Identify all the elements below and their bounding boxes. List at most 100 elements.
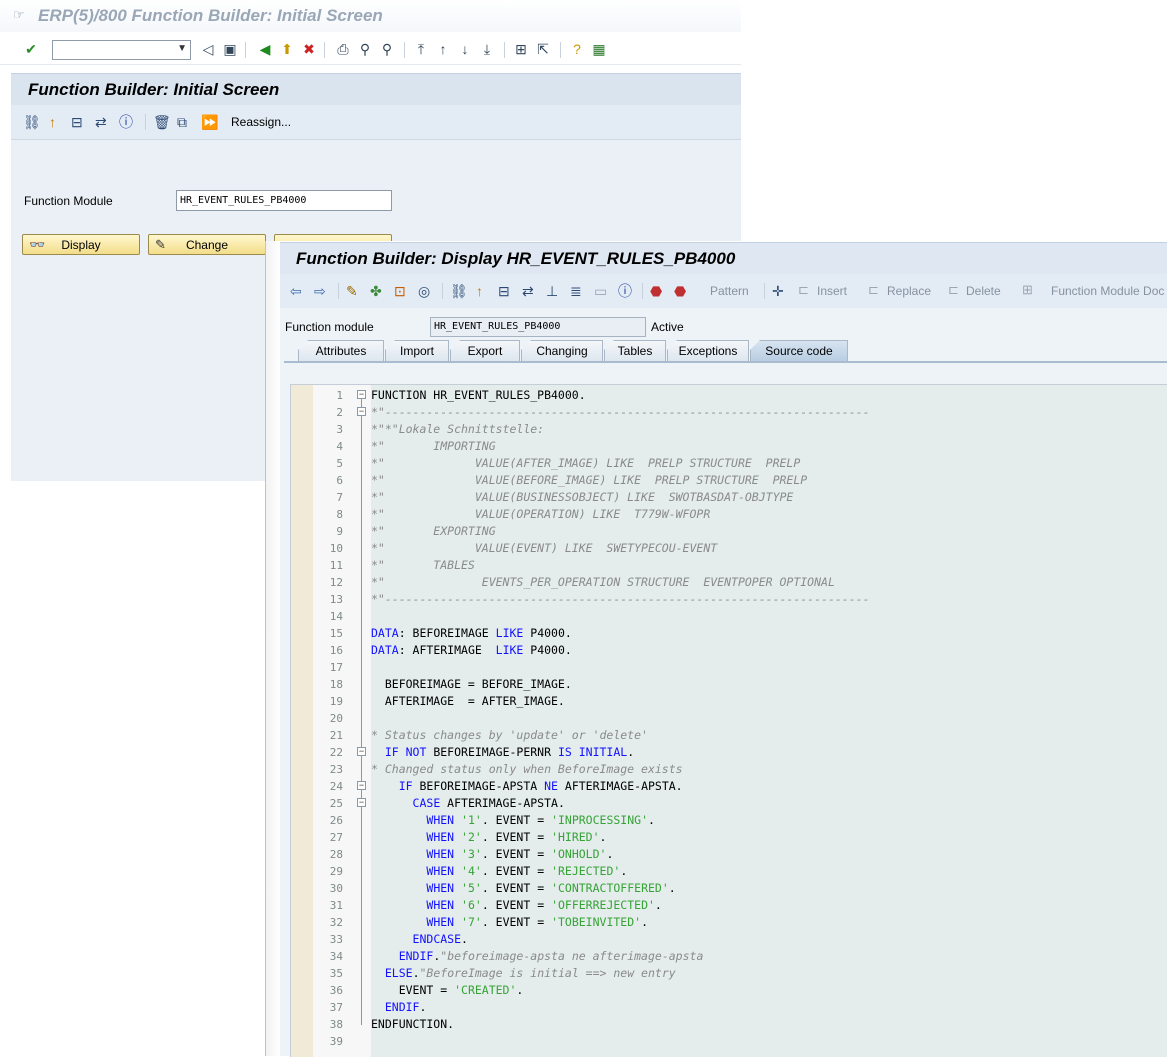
shortcut-icon[interactable]: ⇱ xyxy=(534,40,552,58)
next-page-icon[interactable]: ↓ xyxy=(456,40,474,58)
code-line[interactable]: 12 *" EVENTS_PER_OPERATION STRUCTURE EVEN… xyxy=(291,574,1167,591)
pattern-button[interactable]: Pattern xyxy=(710,284,749,298)
code-line[interactable]: 32 WHEN '7'. EVENT = 'TOBEINVITED'. xyxy=(291,914,1167,931)
code-line[interactable]: 6 *" VALUE(BEFORE_IMAGE) LIKE PRELP STRUC… xyxy=(291,472,1167,489)
code-line[interactable]: 15 DATA: BEFOREIMAGE LIKE P4000. xyxy=(291,625,1167,642)
replace-button[interactable]: Replace xyxy=(887,284,931,298)
insert-button[interactable]: Insert xyxy=(817,284,847,298)
arrow-right-icon[interactable]: ⇨ xyxy=(314,282,326,300)
window-icon[interactable]: ▭ xyxy=(594,282,607,300)
last-page-icon[interactable]: ⤓ xyxy=(478,40,496,58)
code-line[interactable]: 27 WHEN '2'. EVENT = 'HIRED'. xyxy=(291,829,1167,846)
code-line[interactable]: 23 * Changed status only when BeforeImage… xyxy=(291,761,1167,778)
code-line[interactable]: 34 ENDIF."beforeimage-apsta ne afterimag… xyxy=(291,948,1167,965)
code-line[interactable]: 18 BEFOREIMAGE = BEFORE_IMAGE. xyxy=(291,676,1167,693)
fold-toggle-icon[interactable]: − xyxy=(357,390,366,399)
other-object-icon[interactable]: ⛓ xyxy=(450,282,468,300)
code-line[interactable]: 4 *" IMPORTING xyxy=(291,438,1167,455)
code-line[interactable]: 29 WHEN '4'. EVENT = 'REJECTED'. xyxy=(291,863,1167,880)
code-line[interactable]: 8 *" VALUE(OPERATION) LIKE T779W-WFOPR xyxy=(291,506,1167,523)
code-line[interactable]: 28 WHEN '3'. EVENT = 'ONHOLD'. xyxy=(291,846,1167,863)
code-line[interactable]: 35 ELSE."BeforeImage is initial ==> new … xyxy=(291,965,1167,982)
exit-icon[interactable]: ⬆ xyxy=(278,40,296,58)
code-line[interactable]: 36 EVENT = 'CREATED'. xyxy=(291,982,1167,999)
arrow-left-icon[interactable]: ⇦ xyxy=(290,282,302,300)
code-line[interactable]: 22 − IF NOT BEFOREIMAGE-PERNR IS INITIAL. xyxy=(291,744,1167,761)
code-line[interactable]: 37 ENDIF. xyxy=(291,999,1167,1016)
source-code-editor[interactable]: 1− FUNCTION HR_EVENT_RULES_PB4000. 2− *"---… xyxy=(290,384,1167,1057)
tab-attributes[interactable]: Attributes xyxy=(298,340,384,361)
display-change-icon[interactable]: ✎ xyxy=(346,282,358,300)
copy-icon[interactable]: ⧉ xyxy=(177,113,187,131)
back-triangle-icon[interactable]: ◁ xyxy=(200,40,216,58)
save-icon[interactable]: ▣ xyxy=(222,40,238,58)
first-page-icon[interactable]: ⤒ xyxy=(412,40,430,58)
function-module-input[interactable]: HR_EVENT_RULES_PB4000 xyxy=(176,190,392,211)
code-line[interactable]: 7 *" VALUE(BUSINESSOBJECT) LIKE SWOTBASDA… xyxy=(291,489,1167,506)
activate-icon[interactable]: ◎ xyxy=(418,282,430,300)
check-icon[interactable]: ⊡ xyxy=(394,282,406,300)
code-line[interactable]: 1 − FUNCTION HR_EVENT_RULES_PB4000. xyxy=(291,387,1167,404)
code-line[interactable]: 38 ENDFUNCTION. xyxy=(291,1016,1167,1033)
delete-icon[interactable]: 🗑 xyxy=(153,113,171,131)
hierarchy-icon[interactable]: ⊥ xyxy=(546,282,558,300)
breakpoint-icon[interactable]: ⬣ xyxy=(650,282,662,300)
command-field[interactable]: ▼ xyxy=(52,40,191,60)
code-line[interactable]: 33 ENDCASE. xyxy=(291,931,1167,948)
change-button[interactable]: ✎ Change xyxy=(148,234,266,255)
fold-toggle-icon[interactable]: − xyxy=(357,781,366,790)
code-line[interactable]: 13 *"------------------------------------… xyxy=(291,591,1167,608)
new-session-icon[interactable]: ⊞ xyxy=(512,40,530,58)
tab-export[interactable]: Export xyxy=(450,340,520,361)
pretty-printer-icon[interactable]: ✛ xyxy=(772,282,784,300)
rename-icon[interactable]: ⏩ xyxy=(201,113,218,131)
test-icon[interactable]: ⊟ xyxy=(71,113,83,131)
code-line[interactable]: 30 WHEN '5'. EVENT = 'CONTRACTOFFERED'. xyxy=(291,880,1167,897)
test-icon[interactable]: ⊟ xyxy=(498,282,510,300)
display-button[interactable]: 👓 Display xyxy=(22,234,140,255)
cancel-icon[interactable]: ✖ xyxy=(300,40,318,58)
previous-page-icon[interactable]: ↑ xyxy=(434,40,452,58)
tab-source-code[interactable]: Source code xyxy=(750,340,848,361)
code-line[interactable]: 11 *" TABLES xyxy=(291,557,1167,574)
code-line[interactable]: 9 *" EXPORTING xyxy=(291,523,1167,540)
navigate-icon[interactable]: ⇄ xyxy=(522,282,534,300)
code-line[interactable]: 16 DATA: AFTERIMAGE LIKE P4000. xyxy=(291,642,1167,659)
enter-icon[interactable]: ✔ xyxy=(22,40,40,58)
external-breakpoint-icon[interactable]: ⬣ xyxy=(674,282,686,300)
code-line[interactable]: 10 *" VALUE(EVENT) LIKE SWETYPECOU-EVENT xyxy=(291,540,1167,557)
tab-tables[interactable]: Tables xyxy=(604,340,666,361)
fold-toggle-icon[interactable]: − xyxy=(357,407,366,416)
info-icon[interactable]: ⓘ xyxy=(618,282,632,300)
reassign-button[interactable]: Reassign... xyxy=(231,115,291,129)
tab-import[interactable]: Import xyxy=(385,340,449,361)
code-line[interactable]: 31 WHEN '6'. EVENT = 'OFFERREJECTED'. xyxy=(291,897,1167,914)
code-line[interactable]: 21 * Status changes by 'update' or 'delet… xyxy=(291,727,1167,744)
back-icon[interactable]: ◀ xyxy=(256,40,274,58)
chevron-down-icon[interactable]: ▼ xyxy=(177,43,187,54)
navigate-icon[interactable]: ⇄ xyxy=(95,113,107,131)
window-menu-icon[interactable]: ☞ xyxy=(13,8,25,21)
fold-toggle-icon[interactable]: − xyxy=(357,798,366,807)
code-line[interactable]: 20 xyxy=(291,710,1167,727)
print-icon[interactable]: ⎙ xyxy=(334,40,352,58)
code-line[interactable]: 26 WHEN '1'. EVENT = 'INPROCESSING'. xyxy=(291,812,1167,829)
code-line[interactable]: 25 − CASE AFTERIMAGE-APSTA. xyxy=(291,795,1167,812)
code-line[interactable]: 39 xyxy=(291,1033,1167,1050)
code-line[interactable]: 14 xyxy=(291,608,1167,625)
code-line[interactable]: 5 *" VALUE(AFTER_IMAGE) LIKE PRELP STRUCT… xyxy=(291,455,1167,472)
layout-menu-icon[interactable]: ▦ xyxy=(590,40,608,58)
find-next-icon[interactable]: ⚲ xyxy=(378,40,396,58)
stack-icon[interactable]: ≣ xyxy=(570,282,582,300)
code-line[interactable]: 24 − IF BEFOREIMAGE-APSTA NE AFTERIMAGE-A… xyxy=(291,778,1167,795)
code-line[interactable]: 19 AFTERIMAGE = AFTER_IMAGE. xyxy=(291,693,1167,710)
find-icon[interactable]: ⚲ xyxy=(356,40,374,58)
fold-toggle-icon[interactable]: − xyxy=(357,747,366,756)
tab-changing[interactable]: Changing xyxy=(521,340,603,361)
code-line[interactable]: 3 *"*"Lokale Schnittstelle: xyxy=(291,421,1167,438)
where-used-icon[interactable]: ↑ xyxy=(49,113,56,131)
active-inactive-icon[interactable]: ✤ xyxy=(370,282,382,300)
help-icon[interactable]: ? xyxy=(568,40,586,58)
other-object-icon[interactable]: ⛓ xyxy=(23,113,41,131)
info-icon[interactable]: ⓘ xyxy=(119,113,133,131)
